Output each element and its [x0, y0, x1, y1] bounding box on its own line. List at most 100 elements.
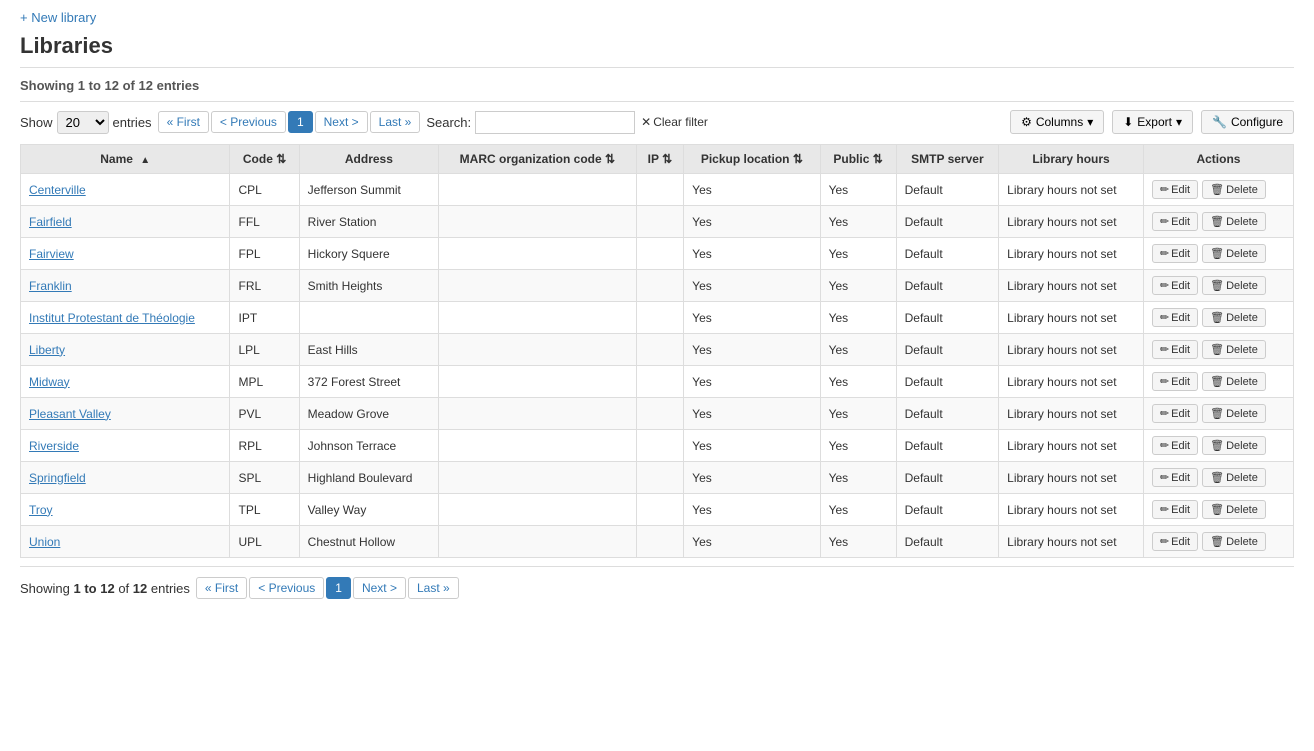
pencil-icon: ✏ — [1160, 279, 1169, 292]
cell-hours: Library hours not set — [999, 398, 1144, 430]
cell-smtp: Default — [896, 462, 999, 494]
sort-arrows-marc: ⇅ — [605, 152, 615, 166]
cell-name: Fairfield — [21, 206, 230, 238]
left-controls: Show 10 20 50 100 entries « First < Prev… — [20, 111, 708, 134]
last-button[interactable]: Last » — [370, 111, 421, 133]
cell-marc — [439, 334, 636, 366]
edit-button[interactable]: ✏ Edit — [1152, 532, 1198, 551]
delete-button[interactable]: 🗑 Delete — [1202, 212, 1266, 231]
page-title: Libraries — [20, 33, 1294, 68]
new-library-link[interactable]: + New library — [20, 10, 96, 25]
bottom-first-button[interactable]: « First — [196, 577, 247, 599]
edit-button[interactable]: ✏ Edit — [1152, 404, 1198, 423]
search-input[interactable] — [475, 111, 635, 134]
delete-button[interactable]: 🗑 Delete — [1202, 372, 1266, 391]
edit-button[interactable]: ✏ Edit — [1152, 308, 1198, 327]
cell-ip — [636, 206, 684, 238]
library-name-link[interactable]: Institut Protestant de Théologie — [29, 311, 195, 325]
next-button[interactable]: Next > — [315, 111, 368, 133]
cell-name: Midway — [21, 366, 230, 398]
cell-actions: ✏ Edit 🗑 Delete — [1143, 366, 1293, 398]
bottom-last-button[interactable]: Last » — [408, 577, 459, 599]
col-pickup[interactable]: Pickup location ⇅ — [684, 145, 820, 174]
cell-pickup: Yes — [684, 398, 820, 430]
cell-name: Institut Protestant de Théologie — [21, 302, 230, 334]
delete-button[interactable]: 🗑 Delete — [1202, 532, 1266, 551]
cell-marc — [439, 398, 636, 430]
export-button[interactable]: ⬇ Export ▾ — [1112, 110, 1193, 134]
library-name-link[interactable]: Pleasant Valley — [29, 407, 111, 421]
table-row: Liberty LPL East Hills Yes Yes Default L… — [21, 334, 1294, 366]
first-button[interactable]: « First — [158, 111, 209, 133]
cell-pickup: Yes — [684, 430, 820, 462]
pencil-icon: ✏ — [1160, 471, 1169, 484]
col-ip[interactable]: IP ⇅ — [636, 145, 684, 174]
library-name-link[interactable]: Riverside — [29, 439, 79, 453]
library-name-link[interactable]: Fairview — [29, 247, 74, 261]
library-name-link[interactable]: Centerville — [29, 183, 86, 197]
pencil-icon: ✏ — [1160, 247, 1169, 260]
edit-button[interactable]: ✏ Edit — [1152, 372, 1198, 391]
pencil-icon: ✏ — [1160, 343, 1169, 356]
delete-button[interactable]: 🗑 Delete — [1202, 276, 1266, 295]
page-number[interactable]: 1 — [288, 111, 313, 133]
pencil-icon: ✏ — [1160, 215, 1169, 228]
delete-button[interactable]: 🗑 Delete — [1202, 244, 1266, 263]
columns-chevron-icon: ▾ — [1087, 115, 1093, 129]
cell-hours: Library hours not set — [999, 206, 1144, 238]
library-name-link[interactable]: Franklin — [29, 279, 72, 293]
pencil-icon: ✏ — [1160, 375, 1169, 388]
edit-button[interactable]: ✏ Edit — [1152, 244, 1198, 263]
edit-button[interactable]: ✏ Edit — [1152, 500, 1198, 519]
library-name-link[interactable]: Midway — [29, 375, 70, 389]
cell-actions: ✏ Edit 🗑 Delete — [1143, 430, 1293, 462]
top-pagination: « First < Previous 1 Next > Last » — [158, 111, 421, 133]
edit-button[interactable]: ✏ Edit — [1152, 340, 1198, 359]
pencil-icon: ✏ — [1160, 311, 1169, 324]
cell-smtp: Default — [896, 302, 999, 334]
cell-actions: ✏ Edit 🗑 Delete — [1143, 526, 1293, 558]
clear-filter-label: Clear filter — [653, 115, 708, 129]
library-name-link[interactable]: Fairfield — [29, 215, 72, 229]
col-name[interactable]: Name ▲ — [21, 145, 230, 174]
configure-button[interactable]: 🔧 Configure — [1201, 110, 1294, 134]
bottom-next-button[interactable]: Next > — [353, 577, 406, 599]
columns-button[interactable]: ⚙ Columns ▾ — [1010, 110, 1104, 134]
library-name-link[interactable]: Springfield — [29, 471, 86, 485]
pencil-icon: ✏ — [1160, 503, 1169, 516]
bottom-page-number[interactable]: 1 — [326, 577, 351, 599]
edit-button[interactable]: ✏ Edit — [1152, 276, 1198, 295]
delete-button[interactable]: 🗑 Delete — [1202, 180, 1266, 199]
cell-public: Yes — [820, 366, 896, 398]
col-marc[interactable]: MARC organization code ⇅ — [439, 145, 636, 174]
cell-smtp: Default — [896, 366, 999, 398]
prev-button[interactable]: < Previous — [211, 111, 286, 133]
libraries-table: Name ▲ Code ⇅ Address MARC organization … — [20, 144, 1294, 558]
col-public[interactable]: Public ⇅ — [820, 145, 896, 174]
library-name-link[interactable]: Union — [29, 535, 60, 549]
delete-button[interactable]: 🗑 Delete — [1202, 468, 1266, 487]
edit-button[interactable]: ✏ Edit — [1152, 180, 1198, 199]
delete-button[interactable]: 🗑 Delete — [1202, 436, 1266, 455]
clear-filter-button[interactable]: ✕ Clear filter — [641, 115, 708, 129]
col-address: Address — [299, 145, 438, 174]
cell-marc — [439, 494, 636, 526]
show-label: Show — [20, 115, 53, 130]
edit-button[interactable]: ✏ Edit — [1152, 212, 1198, 231]
show-select[interactable]: 10 20 50 100 — [57, 111, 109, 134]
bottom-prev-button[interactable]: < Previous — [249, 577, 324, 599]
delete-button[interactable]: 🗑 Delete — [1202, 308, 1266, 327]
top-controls-row: Show 10 20 50 100 entries « First < Prev… — [20, 110, 1294, 134]
export-label: Export — [1137, 115, 1172, 129]
library-name-link[interactable]: Liberty — [29, 343, 65, 357]
cell-code: MPL — [230, 366, 299, 398]
delete-button[interactable]: 🗑 Delete — [1202, 404, 1266, 423]
edit-button[interactable]: ✏ Edit — [1152, 436, 1198, 455]
col-code[interactable]: Code ⇅ — [230, 145, 299, 174]
cell-ip — [636, 238, 684, 270]
cell-marc — [439, 366, 636, 398]
delete-button[interactable]: 🗑 Delete — [1202, 340, 1266, 359]
delete-button[interactable]: 🗑 Delete — [1202, 500, 1266, 519]
library-name-link[interactable]: Troy — [29, 503, 53, 517]
edit-button[interactable]: ✏ Edit — [1152, 468, 1198, 487]
